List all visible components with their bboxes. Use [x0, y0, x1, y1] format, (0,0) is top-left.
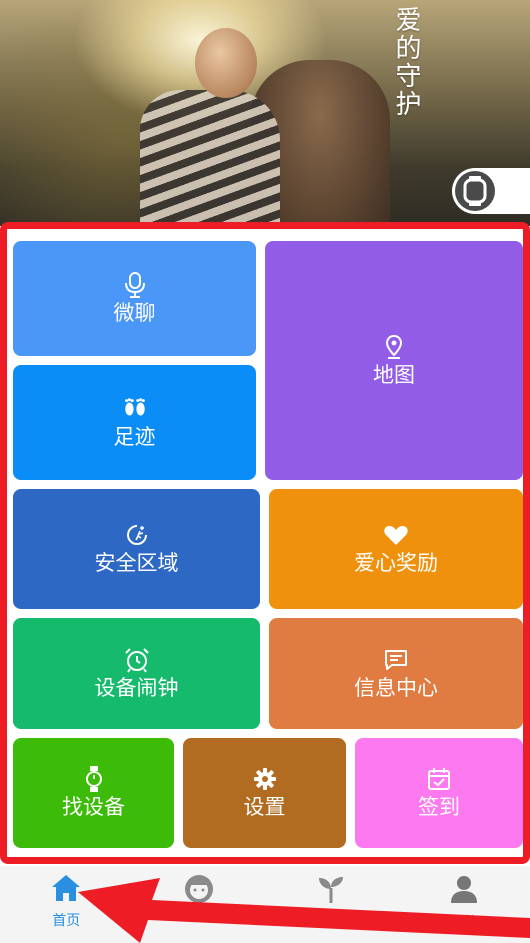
bottom-nav: 首页 育儿 我的	[0, 866, 530, 943]
function-grid: 微聊 地图 足迹 安全区域 爱心奖励 设备闹钟 信息中心 找设备 设置 签到	[0, 222, 530, 864]
microphone-icon	[122, 271, 148, 298]
sprout-icon	[316, 874, 346, 908]
location-pin-icon	[381, 334, 407, 360]
tile-chat[interactable]: 微聊	[13, 241, 256, 356]
tile-check-in-label: 签到	[418, 795, 460, 819]
tile-check-in[interactable]: 签到	[355, 738, 523, 848]
tile-love-reward-label: 爱心奖励	[354, 551, 438, 575]
calendar-check-icon	[426, 766, 452, 792]
heart-icon	[383, 522, 409, 548]
tile-alarm[interactable]: 设备闹钟	[13, 618, 260, 729]
nav-parenting-label: 育儿	[317, 915, 346, 931]
tile-chat-label: 微聊	[113, 300, 156, 325]
tile-footprint-label: 足迹	[113, 424, 156, 449]
banner-title: 爱的守护	[391, 6, 421, 118]
tile-find-device-label: 找设备	[62, 795, 125, 819]
nav-home[interactable]: 首页	[0, 866, 133, 943]
nav-mine[interactable]: 我的	[398, 866, 530, 943]
tile-settings-label: 设置	[243, 795, 286, 819]
banner-figure-child-head	[195, 28, 257, 98]
message-icon	[383, 647, 409, 673]
alarm-clock-icon	[124, 647, 150, 673]
gear-icon	[252, 766, 278, 792]
watch-icon	[81, 766, 107, 792]
tile-map-label: 地图	[373, 362, 415, 387]
tile-safe-zone-label: 安全区域	[94, 551, 179, 575]
banner-figure-child	[140, 90, 280, 226]
tile-find-device[interactable]: 找设备	[13, 738, 174, 848]
person-icon	[449, 874, 479, 908]
safe-zone-icon	[124, 522, 150, 548]
nav-second[interactable]	[133, 866, 266, 943]
tile-love-reward[interactable]: 爱心奖励	[269, 489, 523, 609]
watch-icon	[455, 171, 495, 211]
tile-footprint[interactable]: 足迹	[13, 365, 256, 480]
footprints-icon	[122, 396, 148, 422]
tile-message-center-label: 信息中心	[354, 675, 438, 700]
tile-safe-zone[interactable]: 安全区域	[13, 489, 260, 609]
banner-image: 爱的守护	[0, 0, 530, 226]
nav-mine-label: 我的	[449, 915, 478, 931]
tile-settings[interactable]: 设置	[183, 738, 346, 848]
nav-parenting[interactable]: 育儿	[265, 866, 398, 943]
tile-map[interactable]: 地图	[265, 241, 523, 480]
watch-switch-button[interactable]	[452, 168, 530, 214]
tile-message-center[interactable]: 信息中心	[269, 618, 523, 729]
home-icon	[51, 874, 81, 906]
nav-home-label: 首页	[52, 913, 81, 929]
face-icon	[184, 874, 214, 908]
tile-alarm-label: 设备闹钟	[94, 675, 179, 700]
